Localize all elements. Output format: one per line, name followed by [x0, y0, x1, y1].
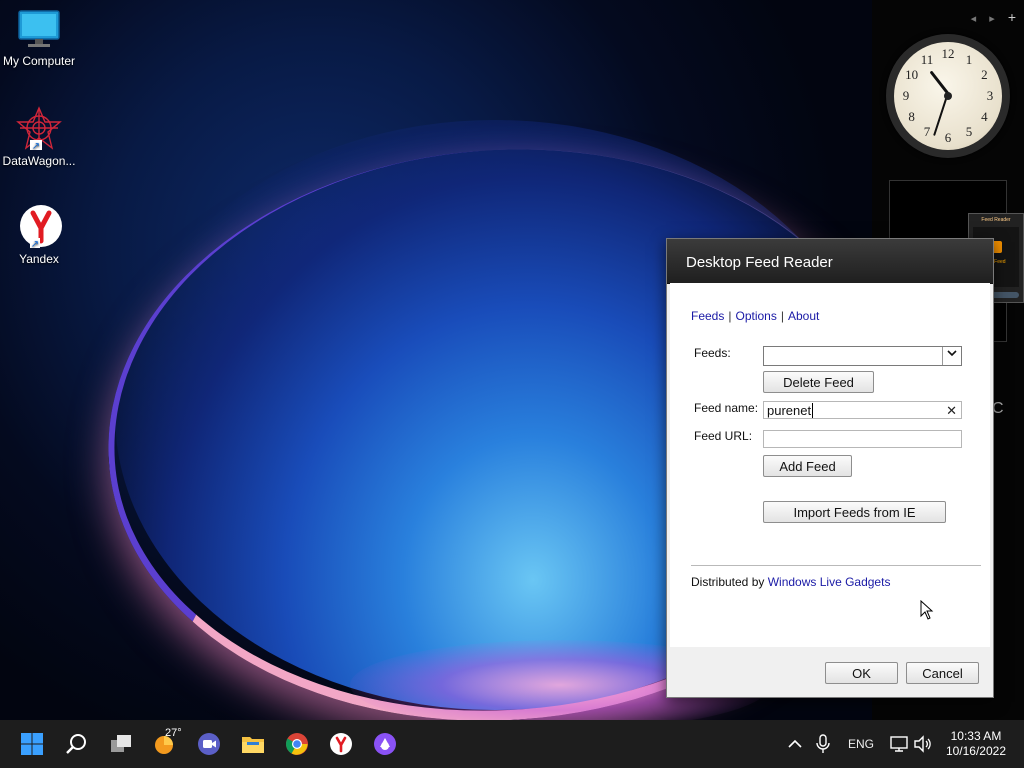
dialog-content: Feeds | Options | About Feeds: Delete Feed F…: [670, 283, 990, 647]
mouse-cursor-icon: [920, 600, 934, 620]
alice-assistant-icon[interactable]: [373, 732, 397, 756]
clock-numeral: 4: [981, 109, 988, 124]
chrome-icon[interactable]: [285, 732, 309, 756]
mini-gadget-title: Feed Reader: [981, 217, 1011, 223]
clock-numeral: 10: [905, 67, 919, 82]
windows-live-gadgets-link[interactable]: Windows Live Gadgets: [768, 575, 891, 589]
distributed-by-label: Distributed by: [691, 575, 765, 589]
video-call-icon[interactable]: [197, 732, 221, 756]
chevron-down-icon[interactable]: [942, 347, 961, 365]
clock-numeral: 11: [920, 51, 934, 67]
sidebar-next-button[interactable]: ▸: [989, 13, 995, 25]
feeds-dropdown-value: [764, 348, 767, 363]
link-feeds[interactable]: Feeds: [691, 309, 724, 323]
link-separator: |: [728, 309, 732, 323]
desktop-icon-label: Yandex: [19, 252, 59, 266]
microphone-icon[interactable]: [814, 734, 832, 754]
desktop-icon-my-computer[interactable]: My Computer: [0, 10, 78, 68]
dialog-title[interactable]: Desktop Feed Reader: [667, 239, 993, 284]
feed-name-value: purenet: [767, 403, 812, 418]
dialog-tab-links: Feeds | Options | About: [691, 309, 819, 323]
task-view-icon[interactable]: [109, 732, 133, 756]
feed-name-label: Feed name:: [694, 401, 759, 415]
weather-widget[interactable]: 27°: [153, 727, 182, 756]
svg-text:↗: ↗: [32, 141, 40, 150]
clock-numeral: 6: [944, 130, 952, 145]
clock-numeral: 9: [902, 88, 910, 103]
distributed-by-text: Distributed by Windows Live Gadgets: [691, 575, 890, 589]
clock-numeral: 7: [923, 124, 931, 140]
feeds-label: Feeds:: [694, 346, 731, 360]
add-feed-button[interactable]: Add Feed: [763, 455, 852, 477]
sidebar-nav: ◂ ▸ +: [961, 9, 1016, 25]
yandex-browser-taskbar-icon[interactable]: [329, 732, 353, 756]
clock-numeral: 5: [965, 124, 973, 140]
system-time: 10:33 AM: [950, 729, 1002, 743]
sidebar-prev-button[interactable]: ◂: [971, 13, 977, 25]
clock-face: 12 1 2 3 4 5 6 7 8 9 10 11: [894, 42, 1002, 150]
yandex-browser-icon: ↗: [20, 205, 62, 248]
weather-temp: 27°: [165, 727, 182, 739]
clock-numeral: 2: [981, 67, 988, 82]
clear-icon[interactable]: ✕: [946, 402, 957, 420]
feed-reader-dialog: Desktop Feed Reader Feeds | Options | About …: [666, 238, 994, 698]
monitor-icon: [18, 10, 60, 47]
desktop-icon-label: My Computer: [2, 54, 76, 68]
feeds-dropdown[interactable]: [763, 346, 962, 366]
volume-icon[interactable]: [913, 734, 933, 754]
delete-feed-button[interactable]: Delete Feed: [763, 371, 874, 393]
sidebar-add-gadget-button[interactable]: +: [1008, 9, 1016, 25]
clock-gadget[interactable]: 12 1 2 3 4 5 6 7 8 9 10 11: [886, 34, 1010, 158]
system-date: 10/16/2022: [945, 744, 1006, 758]
datawagon-logo-icon: ↗: [16, 106, 62, 150]
clock-numeral: 3: [986, 88, 994, 103]
taskbar: 27° ENG 10:33 AM 10/16/2022: [0, 720, 1024, 768]
svg-text:↗: ↗: [31, 239, 39, 248]
clock-numeral: 1: [965, 51, 973, 67]
desktop-icon-yandex[interactable]: ↗ Yandex: [0, 204, 78, 266]
system-clock[interactable]: 10:33 AM 10/16/2022: [946, 729, 1006, 759]
cancel-button[interactable]: Cancel: [906, 662, 979, 684]
clock-numeral: 8: [908, 109, 915, 124]
ok-button[interactable]: OK: [825, 662, 898, 684]
language-indicator[interactable]: ENG: [848, 720, 874, 768]
desktop-icon-label: DataWagon...: [2, 154, 76, 168]
chevron-up-icon[interactable]: [786, 735, 804, 753]
search-icon[interactable]: [64, 732, 88, 756]
clock-pin: [944, 92, 952, 100]
network-icon[interactable]: [889, 734, 909, 754]
clock-numeral: 12: [941, 46, 955, 61]
feed-url-label: Feed URL:: [694, 429, 753, 443]
text-caret: [812, 403, 814, 418]
feed-url-input[interactable]: [763, 430, 962, 448]
desktop-icon-datawagon[interactable]: ↗ DataWagon...: [0, 106, 78, 168]
feed-name-input[interactable]: purenet ✕: [763, 401, 962, 419]
divider: [691, 565, 981, 566]
import-feeds-button[interactable]: Import Feeds from IE: [763, 501, 946, 523]
link-options[interactable]: Options: [735, 309, 776, 323]
link-separator: |: [780, 309, 784, 323]
link-about[interactable]: About: [788, 309, 819, 323]
file-explorer-icon[interactable]: [241, 732, 265, 756]
windows-start-icon[interactable]: [20, 732, 44, 756]
